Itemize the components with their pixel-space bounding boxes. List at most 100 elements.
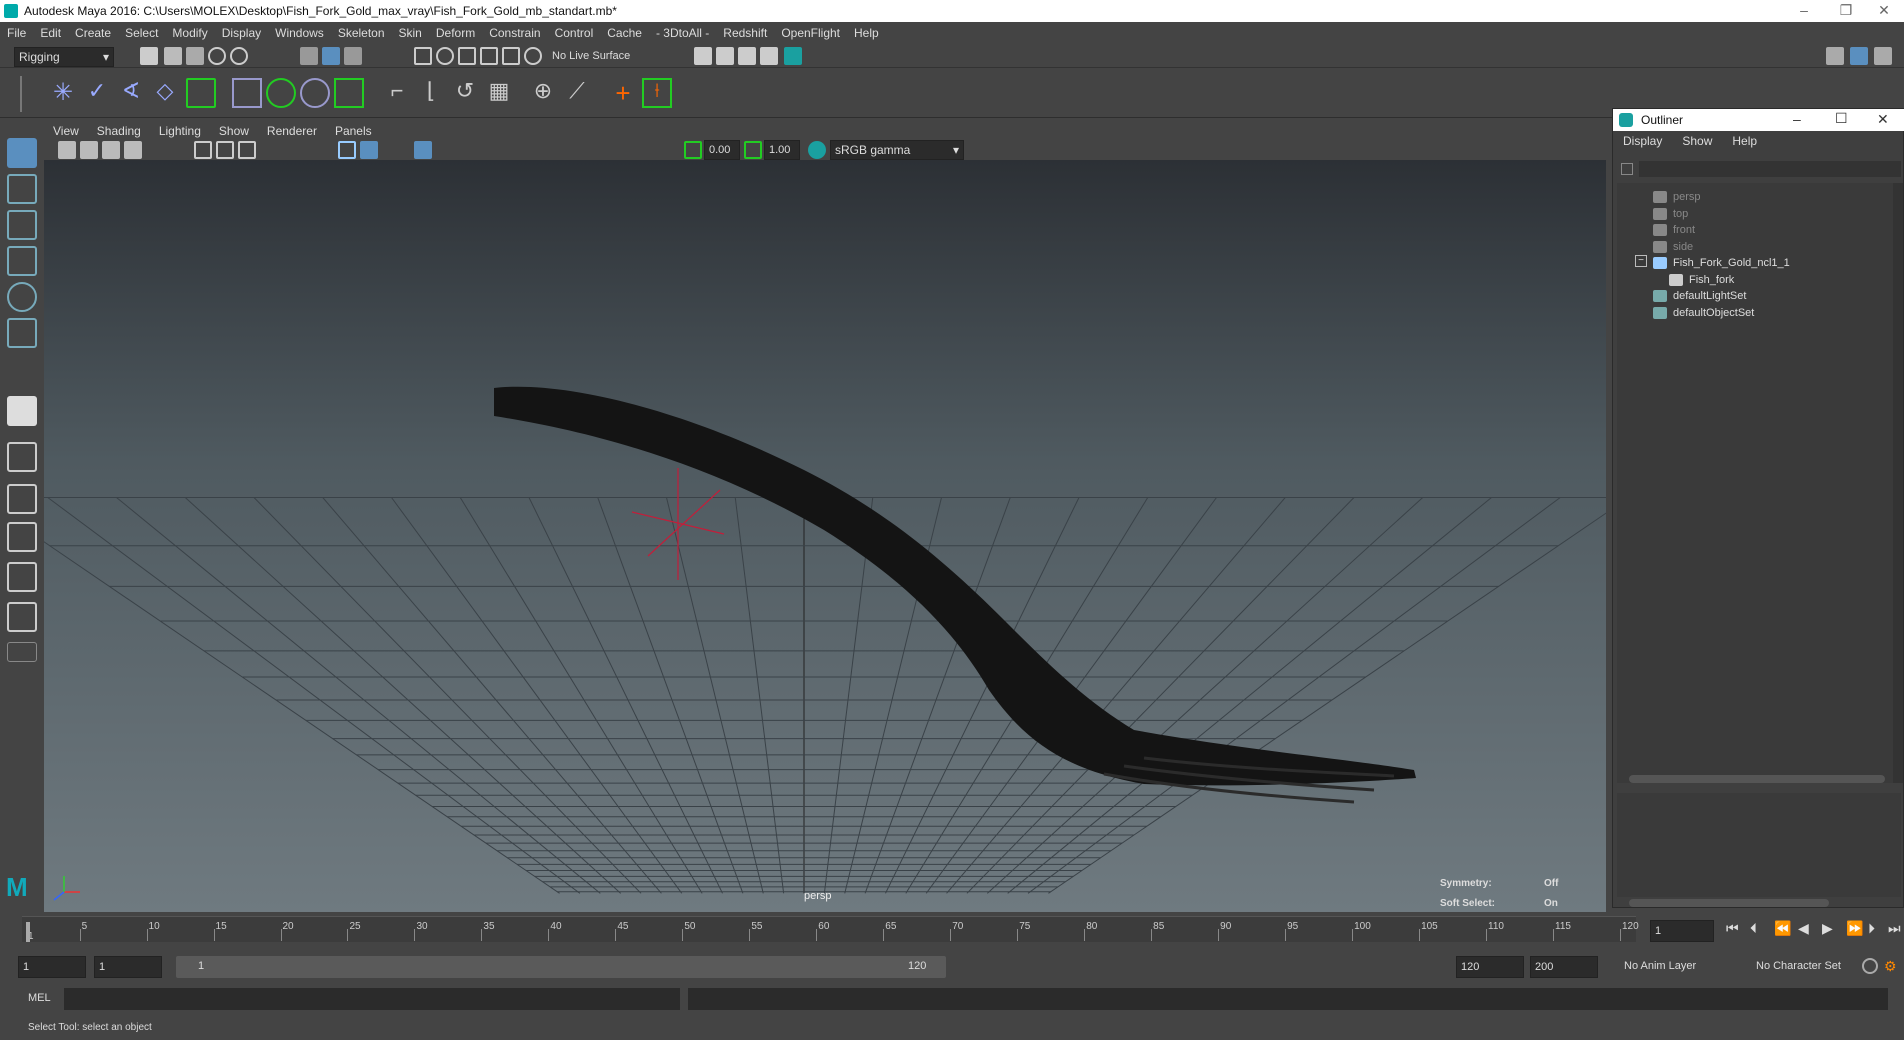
go-to-start-icon[interactable]: ⏮ (1726, 920, 1739, 937)
time-ruler[interactable]: 1 5 10 15 20 25 30 35 40 45 50 55 60 65 70 75 80 85 90 95 10… (22, 916, 1639, 942)
open-scene-icon[interactable] (164, 47, 182, 65)
outliner-search-input[interactable] (1639, 161, 1901, 177)
pole-vector-icon[interactable]: ⟋ (562, 78, 592, 108)
select-object-icon[interactable] (322, 47, 340, 65)
layout-icon-2[interactable] (1850, 47, 1868, 65)
range-bar[interactable]: 1 120 (176, 956, 946, 978)
shelf-handle[interactable] (20, 76, 36, 112)
main-menu-item-15[interactable]: OpenFlight (774, 26, 847, 40)
viewport-menu-item-1[interactable]: Shading (88, 124, 150, 138)
anim-layer-dropdown[interactable]: No Anim Layer (1624, 960, 1696, 972)
time-slider[interactable]: 1 5 10 15 20 25 30 35 40 45 50 55 60 65 70 75 80 85 90 95 10… (0, 912, 1904, 948)
live-surface-field[interactable]: No Live Surface (552, 47, 652, 65)
select-tool-icon[interactable] (7, 138, 37, 168)
colorspace-dropdown[interactable]: sRGB gamma ▾ (830, 140, 964, 160)
viewport-menu-item-3[interactable]: Show (210, 124, 258, 138)
outliner-menu-item-1[interactable]: Show (1672, 134, 1722, 148)
char-set-dropdown[interactable]: No Character Set (1756, 960, 1841, 972)
camera-select-icon[interactable] (58, 141, 76, 159)
rotate-tool-icon[interactable] (7, 282, 37, 312)
viewport-menu-item-4[interactable]: Renderer (258, 124, 326, 138)
snap-view-icon[interactable] (480, 47, 498, 65)
bookmark-icon[interactable] (102, 141, 120, 159)
image-plane-icon[interactable] (124, 141, 142, 159)
xray-icon[interactable] (414, 141, 432, 159)
viewport-menu-item-0[interactable]: View (44, 124, 88, 138)
main-menu-item-11[interactable]: Control (548, 26, 601, 40)
render-frame-icon[interactable] (716, 47, 734, 65)
playback-start-field[interactable]: 1 (94, 956, 162, 978)
prev-key-icon[interactable]: ⏪ (1774, 920, 1791, 937)
gamma-icon[interactable] (744, 141, 762, 159)
gamma-field[interactable]: 1.00 (764, 140, 800, 160)
anim-end-field[interactable]: 200 (1530, 956, 1598, 978)
current-time-marker[interactable] (26, 922, 30, 942)
main-menu-item-2[interactable]: Create (68, 26, 118, 40)
menuset-dropdown[interactable]: Rigging ▾ (14, 47, 114, 67)
snap-surface-icon[interactable] (502, 47, 520, 65)
layout-icon-3[interactable] (1874, 47, 1892, 65)
main-menu-item-4[interactable]: Modify (165, 26, 214, 40)
ipr-render-icon[interactable] (738, 47, 756, 65)
attr-hscrollbar[interactable] (1629, 899, 1829, 907)
go-to-end-icon[interactable]: ⏭ (1888, 920, 1901, 937)
joint-orient-icon[interactable]: ◇ (150, 78, 180, 108)
persp-outliner-icon[interactable] (7, 522, 37, 552)
minimize-icon[interactable]: – (1784, 0, 1824, 22)
main-menu-item-7[interactable]: Skeleton (331, 26, 392, 40)
scale-constraint-icon[interactable]: ▦ (484, 78, 514, 108)
main-menu-item-12[interactable]: Cache (600, 26, 649, 40)
exposure-icon[interactable] (684, 141, 702, 159)
ik-spline-icon[interactable]: ∢ (116, 78, 146, 108)
prefs-icon[interactable]: ⚙ (1884, 958, 1900, 974)
maximize-icon[interactable]: ☐ (1835, 110, 1848, 127)
main-menu-item-0[interactable]: File (0, 26, 33, 40)
resolution-gate-icon[interactable] (238, 141, 256, 159)
main-menu-item-16[interactable]: Help (847, 26, 886, 40)
aim-constraint-icon[interactable]: ⊕ (528, 78, 558, 108)
viewport-persp[interactable]: persp Symmetry: Off Soft Select: On (44, 160, 1606, 912)
persp-graph-icon[interactable] (7, 562, 37, 592)
script-lang-label[interactable]: MEL (28, 992, 51, 1004)
four-pane-icon[interactable] (7, 442, 37, 472)
close-icon[interactable]: ✕ (1877, 111, 1889, 128)
film-gate-icon[interactable] (216, 141, 234, 159)
locator-icon[interactable]: + (608, 78, 638, 108)
exposure-field[interactable]: 0.00 (704, 140, 740, 160)
move-tool-icon[interactable] (7, 246, 37, 276)
new-scene-icon[interactable] (140, 47, 158, 65)
grid-toggle-icon[interactable] (194, 141, 212, 159)
outliner-vscrollbar[interactable] (1893, 183, 1903, 783)
wireframe-icon[interactable] (338, 141, 356, 159)
orient-constraint-icon[interactable]: ↺ (450, 78, 480, 108)
smooth-shade-icon[interactable] (360, 141, 378, 159)
main-menu-item-13[interactable]: - 3DtoAll - (649, 26, 716, 40)
play-forward-icon[interactable]: ▶ (1822, 920, 1833, 937)
lasso-tool-icon[interactable] (7, 174, 37, 204)
outliner-menu-item-0[interactable]: Display (1613, 134, 1672, 148)
wrap-icon[interactable] (300, 78, 330, 108)
camera-attr-icon[interactable] (80, 141, 98, 159)
outliner-item[interactable]: defaultObjectSet (1653, 303, 1754, 323)
viewport-menu-item-5[interactable]: Panels (326, 124, 381, 138)
custom-layout-icon[interactable] (7, 642, 37, 662)
minimize-icon[interactable]: – (1793, 111, 1801, 127)
main-menu-item-1[interactable]: Edit (33, 26, 68, 40)
select-component-icon[interactable] (344, 47, 362, 65)
expand-collapse-icon[interactable]: − (1635, 255, 1647, 267)
restore-icon[interactable]: ❐ (1826, 0, 1866, 22)
single-pane-icon[interactable] (7, 396, 37, 426)
playback-end-field[interactable]: 120 (1456, 956, 1524, 978)
outliner-hscrollbar[interactable] (1629, 775, 1885, 783)
joint-tool-icon[interactable]: ✳ (48, 78, 78, 108)
parent-constraint-icon[interactable]: ⌐ (382, 78, 412, 108)
ik-handle-icon[interactable]: ✓ (82, 78, 112, 108)
close-icon[interactable]: ✕ (1864, 0, 1904, 22)
snap-point-icon[interactable] (458, 47, 476, 65)
two-pane-icon[interactable] (7, 484, 37, 514)
select-hierarchy-icon[interactable] (300, 47, 318, 65)
filter-icon[interactable] (1621, 163, 1633, 175)
render-settings-icon[interactable] (760, 47, 778, 65)
hypershade-layout-icon[interactable] (7, 602, 37, 632)
bind-skin-icon[interactable] (186, 78, 216, 108)
